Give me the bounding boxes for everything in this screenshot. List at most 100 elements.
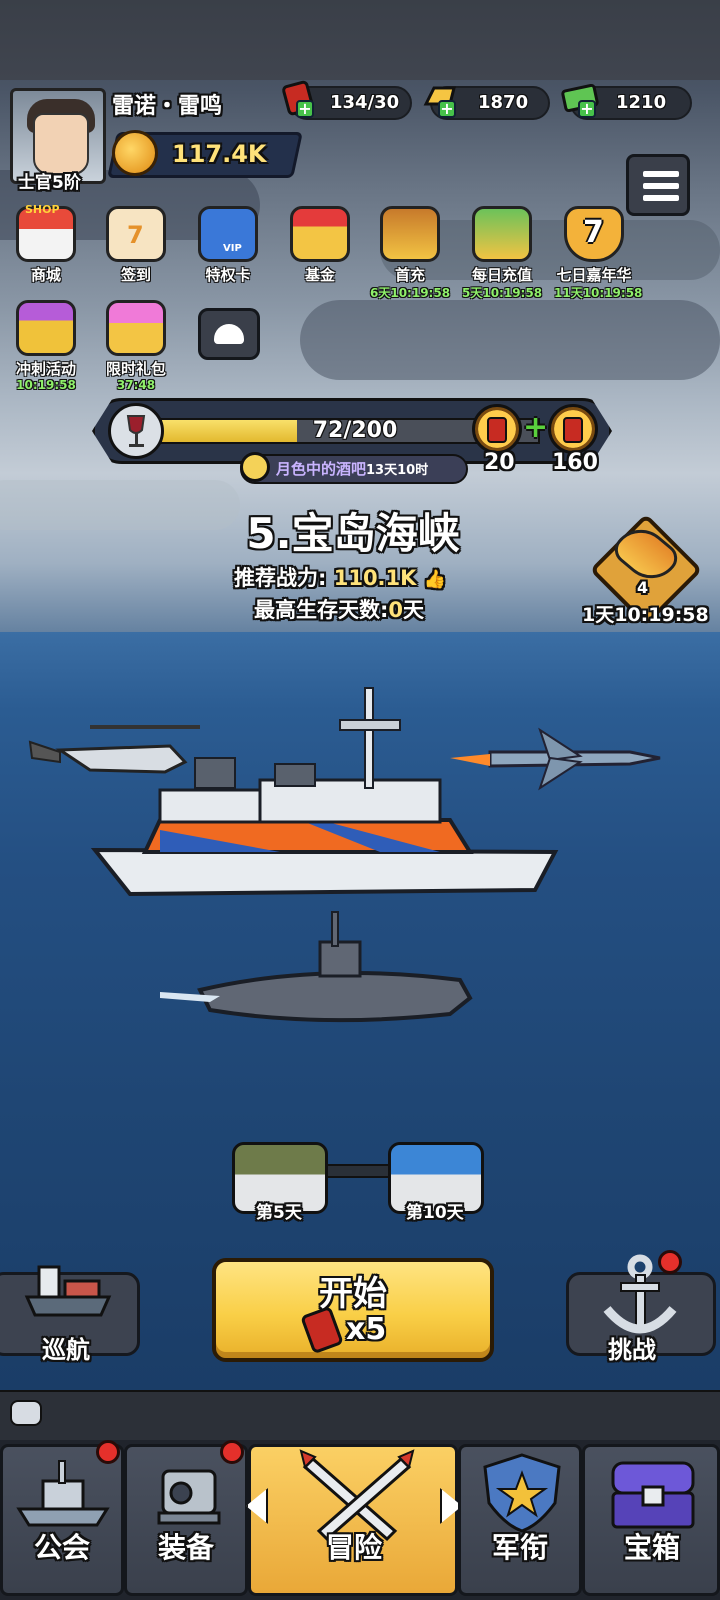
combat-power-value: 117.4K bbox=[172, 140, 267, 168]
feature-label: 限时礼包 bbox=[105, 360, 166, 378]
challenge-label: 挑战 bbox=[608, 1336, 656, 1364]
nav-tab-rank[interactable] bbox=[458, 1444, 582, 1596]
chest-label: 第10天 bbox=[406, 1203, 464, 1223]
fish-event-level: 4 bbox=[637, 578, 649, 597]
feature-timer: 10:19:58 bbox=[16, 378, 76, 392]
survival-label: 最高生存天数: bbox=[254, 598, 389, 622]
submarine-icon bbox=[160, 911, 473, 1023]
destroyer-ship-icon bbox=[90, 687, 559, 897]
menu-button[interactable] bbox=[626, 154, 690, 216]
cruise-label: 巡航 bbox=[42, 1336, 90, 1364]
chest-label: 第5天 bbox=[256, 1203, 302, 1223]
cargo-ship-icon bbox=[24, 1265, 112, 1317]
chat-bubble-icon[interactable] bbox=[10, 1400, 42, 1426]
nav-tab-adventure[interactable] bbox=[248, 1444, 458, 1596]
cloud bbox=[300, 300, 720, 380]
feature-timer: 11天10:19:58 bbox=[554, 286, 643, 300]
feature-label: 首充 bbox=[394, 266, 425, 284]
collapse-features-button[interactable] bbox=[198, 308, 260, 360]
chat-strip[interactable] bbox=[0, 1390, 720, 1442]
feature-label: 商城 bbox=[30, 266, 61, 284]
fish-event-timer: 1天10:19:58 bbox=[582, 604, 709, 626]
feature-label: 基金 bbox=[304, 266, 335, 284]
feature-daily-recharge[interactable]: 每日充值 5天10:19:58 bbox=[462, 206, 542, 301]
feature-sprint-event[interactable]: 冲刺活动 10:19:58 bbox=[6, 300, 86, 392]
equipment-notification-badge bbox=[220, 1440, 244, 1464]
fuel-reward-icon[interactable] bbox=[548, 404, 598, 454]
signin-day: 7 bbox=[127, 221, 144, 249]
clock-icon bbox=[240, 452, 270, 482]
event-time: 13天10时 bbox=[366, 463, 429, 478]
feature-timer: 37:48 bbox=[116, 378, 156, 392]
add-fuel-button[interactable]: + bbox=[296, 100, 314, 118]
nav-tab-guild[interactable] bbox=[0, 1444, 124, 1596]
feature-fund[interactable]: 基金 bbox=[280, 206, 360, 285]
feature-first-recharge[interactable]: 首充 6天10:19:58 bbox=[370, 206, 450, 301]
feature-shop[interactable]: SHOP 商城 bbox=[6, 203, 86, 285]
fighter-jet-icon bbox=[450, 727, 661, 791]
turret-icon bbox=[157, 1469, 221, 1525]
feature-label: 每日充值 bbox=[471, 266, 532, 284]
nav-tab-chest[interactable] bbox=[582, 1444, 720, 1596]
nav-label-adventure: 冒险 bbox=[325, 1531, 382, 1564]
thumbs-up-icon: 👍 bbox=[423, 569, 447, 590]
helicopter-icon bbox=[28, 725, 200, 774]
gold-pile-icon bbox=[472, 206, 532, 262]
survival-unit: 天 bbox=[403, 598, 425, 622]
event-title: 月色中的酒吧 bbox=[276, 460, 367, 478]
shop-icon: SHOP bbox=[16, 203, 76, 262]
vip-badge: VIP bbox=[223, 243, 242, 254]
event-name: 月色中的酒吧13天10时 bbox=[276, 458, 428, 479]
wine-glass-icon bbox=[108, 403, 164, 459]
challenge-notification-badge bbox=[658, 1250, 682, 1274]
feature-vip-card[interactable]: VIP 特权卡 bbox=[188, 206, 268, 285]
vip-card-icon: VIP bbox=[198, 206, 258, 262]
recommended-power-label: 推荐战力: bbox=[234, 566, 327, 590]
feature-seven-day-carnival[interactable]: 7 七日嘉年华 11天10:19:58 bbox=[554, 206, 643, 301]
add-cash-button[interactable]: + bbox=[578, 100, 596, 118]
fuel-reward-icon[interactable] bbox=[472, 404, 522, 454]
nav-label-equipment: 装备 bbox=[157, 1531, 214, 1564]
reward-b-value: 160 bbox=[552, 450, 598, 475]
nav-label-guild: 公会 bbox=[33, 1531, 90, 1564]
stage-title: 5.宝岛海峡 bbox=[246, 509, 460, 558]
feature-label: 签到 bbox=[120, 266, 151, 284]
player-name: 雷诺・雷鸣 bbox=[112, 94, 223, 119]
chevron-up-icon bbox=[214, 324, 244, 344]
max-survival-days: 最高生存天数:0天 bbox=[254, 594, 424, 624]
menu-icon bbox=[643, 171, 679, 177]
plus-icon: + bbox=[523, 410, 549, 445]
treasure-chest-icon bbox=[611, 1461, 695, 1529]
avatar-face bbox=[33, 113, 89, 175]
rank-shield-icon bbox=[483, 1453, 561, 1533]
player-rank: 士官5阶 bbox=[18, 173, 81, 193]
carnival-day: 7 bbox=[583, 215, 604, 250]
survival-value: 0 bbox=[388, 598, 404, 622]
recommended-power: 推荐战力: 110.1K 👍 bbox=[234, 562, 446, 592]
calendar-icon: 7 bbox=[106, 206, 166, 262]
recommended-power-value: 110.1K bbox=[333, 566, 417, 590]
feature-signin[interactable]: 7 签到 bbox=[96, 206, 176, 285]
feature-timer: 6天10:19:58 bbox=[370, 286, 451, 300]
nav-tab-equipment[interactable] bbox=[124, 1444, 248, 1596]
start-cost: x5 bbox=[346, 1312, 387, 1347]
shop-badge: SHOP bbox=[25, 203, 60, 216]
add-gold-button[interactable]: + bbox=[438, 100, 456, 118]
status-bar bbox=[0, 0, 720, 80]
start-label: 开始 bbox=[319, 1274, 387, 1314]
gold-value: 1870 bbox=[478, 92, 529, 113]
reward-a-value: 20 bbox=[484, 450, 515, 475]
feature-label: 七日嘉年华 bbox=[556, 266, 632, 284]
trophy-icon bbox=[16, 300, 76, 356]
fuel-value: 134/30 bbox=[330, 92, 400, 113]
feature-label: 特权卡 bbox=[205, 266, 251, 284]
feature-timer: 5天10:19:58 bbox=[462, 286, 543, 300]
gift-box-icon bbox=[106, 300, 166, 356]
feature-limited-pack[interactable]: 限时礼包 37:48 bbox=[96, 300, 176, 392]
fund-icon bbox=[290, 206, 350, 262]
treasure-chest-icon bbox=[380, 206, 440, 262]
nav-label-chest: 宝箱 bbox=[623, 1531, 680, 1564]
carnival-badge-icon: 7 bbox=[564, 206, 624, 262]
combat-power-icon bbox=[112, 130, 158, 176]
nav-label-rank: 军衔 bbox=[491, 1531, 548, 1564]
